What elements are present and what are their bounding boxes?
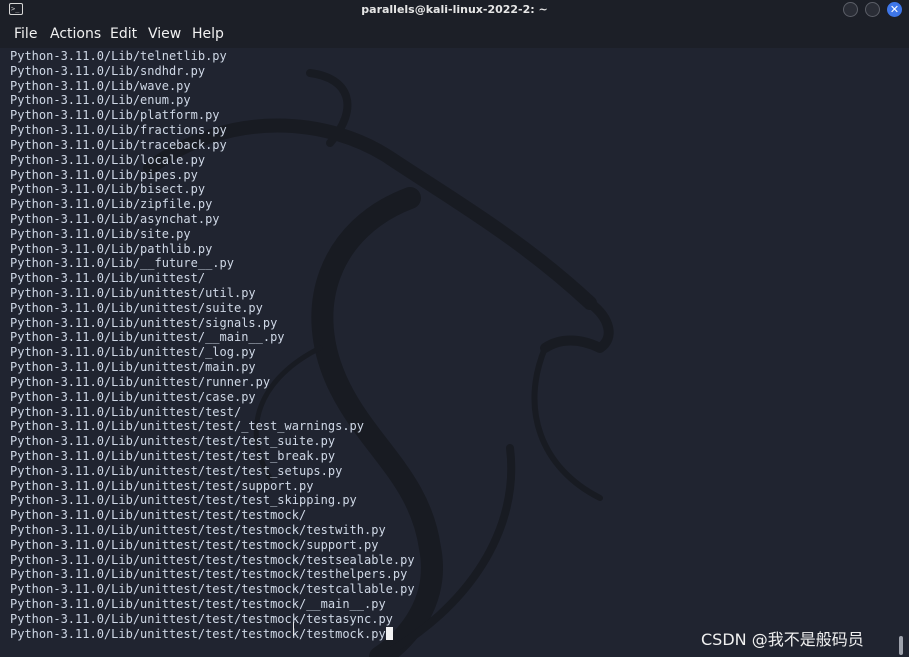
terminal-line: Python-3.11.0/Lib/enum.py [10,93,191,108]
terminal-line: Python-3.11.0/Lib/traceback.py [10,137,227,152]
terminal-line: Python-3.11.0/Lib/bisect.py [10,182,206,197]
terminal-line: Python-3.11.0/Lib/unittest/__main__.py [10,330,285,345]
title-bar[interactable]: >_ parallels@kali-linux-2022-2: ~ ✕ [0,0,909,20]
terminal-line: Python-3.11.0/Lib/unittest/test/test_set… [10,463,343,478]
terminal-line: Python-3.11.0/Lib/wave.py [10,78,191,93]
close-button[interactable]: ✕ [887,2,902,17]
terminal-line: Python-3.11.0/Lib/unittest/util.py [10,286,256,300]
menu-actions[interactable]: Actions [50,20,101,48]
terminal-line: Python-3.11.0/Lib/sndhdr.py [10,63,206,78]
menu-bar: File Actions Edit View Help [0,20,909,48]
terminal-line: Python-3.11.0/Lib/locale.py [10,152,206,167]
terminal-line: Python-3.11.0/Lib/asynchat.py [10,211,220,226]
terminal-line: Python-3.11.0/Lib/unittest/suite.py [10,300,263,315]
terminal-line: Python-3.11.0/Lib/unittest/test/test_sui… [10,434,336,449]
watermark-text: CSDN @我不是般码员 [701,630,864,649]
terminal-line: Python-3.11.0/Lib/unittest/test/testmock… [10,537,379,552]
terminal-line: Python-3.11.0/Lib/pathlib.py [10,241,213,256]
terminal-line: Python-3.11.0/Lib/unittest/case.py [10,389,256,404]
terminal-line: Python-3.11.0/Lib/unittest/test/ [10,404,242,419]
terminal-line: Python-3.11.0/Lib/unittest/test/support.… [10,478,314,493]
terminal-line: Python-3.11.0/Lib/unittest/test/testmock… [10,508,307,523]
text-cursor [385,626,393,640]
menu-edit[interactable]: Edit [110,20,137,48]
minimize-button[interactable] [843,2,858,17]
terminal-line: Python-3.11.0/Lib/platform.py [10,108,220,123]
terminal-line: Python-3.11.0/Lib/unittest/test/test_bre… [10,448,336,463]
terminal-line: Python-3.11.0/Lib/zipfile.py [10,197,213,212]
menu-file[interactable]: File [14,20,37,48]
maximize-button[interactable] [865,2,880,17]
terminal-line: Python-3.11.0/Lib/fractions.py [10,123,227,138]
terminal-line: Python-3.11.0/Lib/unittest/signals.py [10,315,278,330]
terminal-line: Python-3.11.0/Lib/unittest/test/testmock… [10,552,415,567]
terminal-line: Python-3.11.0/Lib/unittest/test/_test_wa… [10,419,365,434]
terminal-line: Python-3.11.0/Lib/telnetlib.py [10,49,227,63]
scrollbar-thumb[interactable] [899,636,903,655]
terminal-window: >_ parallels@kali-linux-2022-2: ~ ✕ File… [0,0,909,657]
menu-view[interactable]: View [148,20,181,48]
terminal-line: Python-3.11.0/Lib/unittest/test/testmock… [10,582,415,597]
terminal-line: Python-3.11.0/Lib/unittest/runner.py [10,374,271,389]
terminal-line: Python-3.11.0/Lib/unittest/test/testmock… [10,611,393,626]
terminal-line: Python-3.11.0/Lib/unittest/ [10,271,206,286]
terminal-line: Python-3.11.0/Lib/unittest/test/testmock… [10,567,408,582]
terminal-line: Python-3.11.0/Lib/unittest/main.py [10,360,256,375]
terminal-line: Python-3.11.0/Lib/unittest/test/test_ski… [10,493,357,508]
menu-help[interactable]: Help [192,20,224,48]
terminal-line: Python-3.11.0/Lib/pipes.py [10,167,198,182]
terminal-line: Python-3.11.0/Lib/site.py [10,226,191,241]
terminal-line: Python-3.11.0/Lib/__future__.py [10,256,234,271]
terminal-line: Python-3.11.0/Lib/unittest/test/testmock… [10,523,386,537]
terminal-output[interactable]: Python-3.11.0/Lib/telnetlib.py Python-3.1… [10,49,890,642]
terminal-line: Python-3.11.0/Lib/unittest/_log.py [10,345,256,360]
terminal-line: Python-3.11.0/Lib/unittest/test/testmock… [10,597,386,612]
window-title: parallels@kali-linux-2022-2: ~ [361,3,548,16]
mouse-ibeam-cursor [293,622,294,636]
